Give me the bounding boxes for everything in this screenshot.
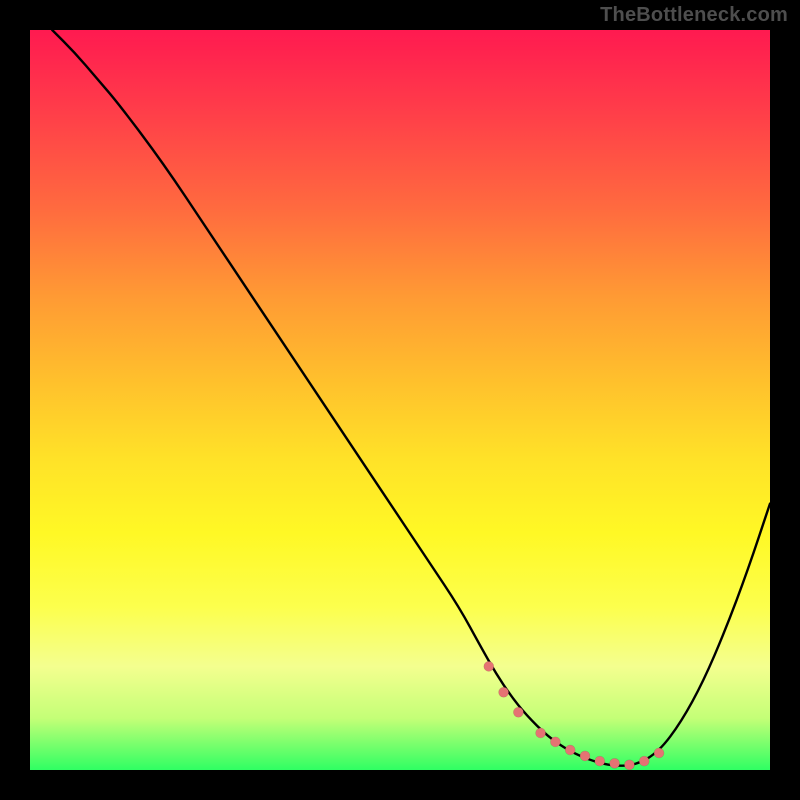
plot-gradient-background bbox=[30, 30, 770, 770]
watermark-label: TheBottleneck.com bbox=[600, 4, 788, 27]
optimum-point-marker bbox=[610, 758, 620, 768]
chart-frame: TheBottleneck.com bbox=[0, 0, 800, 800]
optimum-point-marker bbox=[499, 687, 509, 697]
optimum-point-marker bbox=[624, 760, 634, 770]
optimum-point-marker bbox=[654, 748, 664, 758]
optimum-point-marker bbox=[595, 756, 605, 766]
plot-svg bbox=[30, 30, 770, 770]
optimum-point-marker bbox=[536, 728, 546, 738]
optimum-point-marker bbox=[639, 756, 649, 766]
bottleneck-curve bbox=[52, 30, 770, 766]
optimum-point-marker bbox=[565, 745, 575, 755]
optimum-point-marker bbox=[550, 737, 560, 747]
optimum-point-marker bbox=[580, 751, 590, 761]
optimum-point-marker bbox=[484, 661, 494, 671]
optimum-point-marker bbox=[513, 707, 523, 717]
